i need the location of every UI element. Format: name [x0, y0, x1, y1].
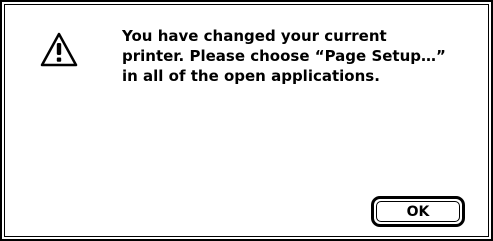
- alert-message-line: You have changed your current: [122, 27, 387, 45]
- alert-dialog: You have changed your current printer. P…: [0, 0, 493, 241]
- alert-message-line: in all of the open applications.: [122, 67, 380, 85]
- alert-message: You have changed your current printer. P…: [122, 26, 462, 86]
- alert-message-line: printer. Please choose “Page Setup…”: [122, 47, 446, 65]
- ok-button[interactable]: OK: [376, 201, 460, 222]
- warning-triangle-icon: [40, 32, 78, 68]
- default-button-ring: OK: [371, 196, 465, 227]
